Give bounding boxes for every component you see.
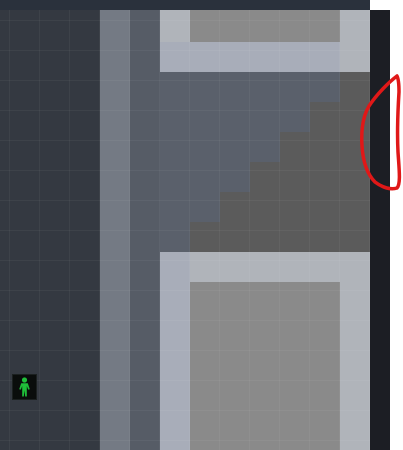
light-corridor-strip [100,10,130,450]
top-right-margin [370,0,390,10]
mid-corridor-strip [130,10,160,450]
right-margin [390,0,403,450]
top-edge-bar [0,0,370,10]
right-wall [370,10,390,450]
top-pale-block [160,10,190,42]
game-map-viewport[interactable] [0,0,403,450]
player-token[interactable] [12,374,37,400]
top-pale-block-right [340,10,370,42]
blue-trim-corner [340,42,370,72]
staircase-shape [190,72,370,252]
green-person-icon [19,377,30,397]
top-gray-band [190,10,340,42]
staircase-shadow [190,72,370,252]
lower-room-left-trim [160,252,190,450]
lower-room-floor [190,282,340,450]
blue-trim-band [160,42,340,72]
